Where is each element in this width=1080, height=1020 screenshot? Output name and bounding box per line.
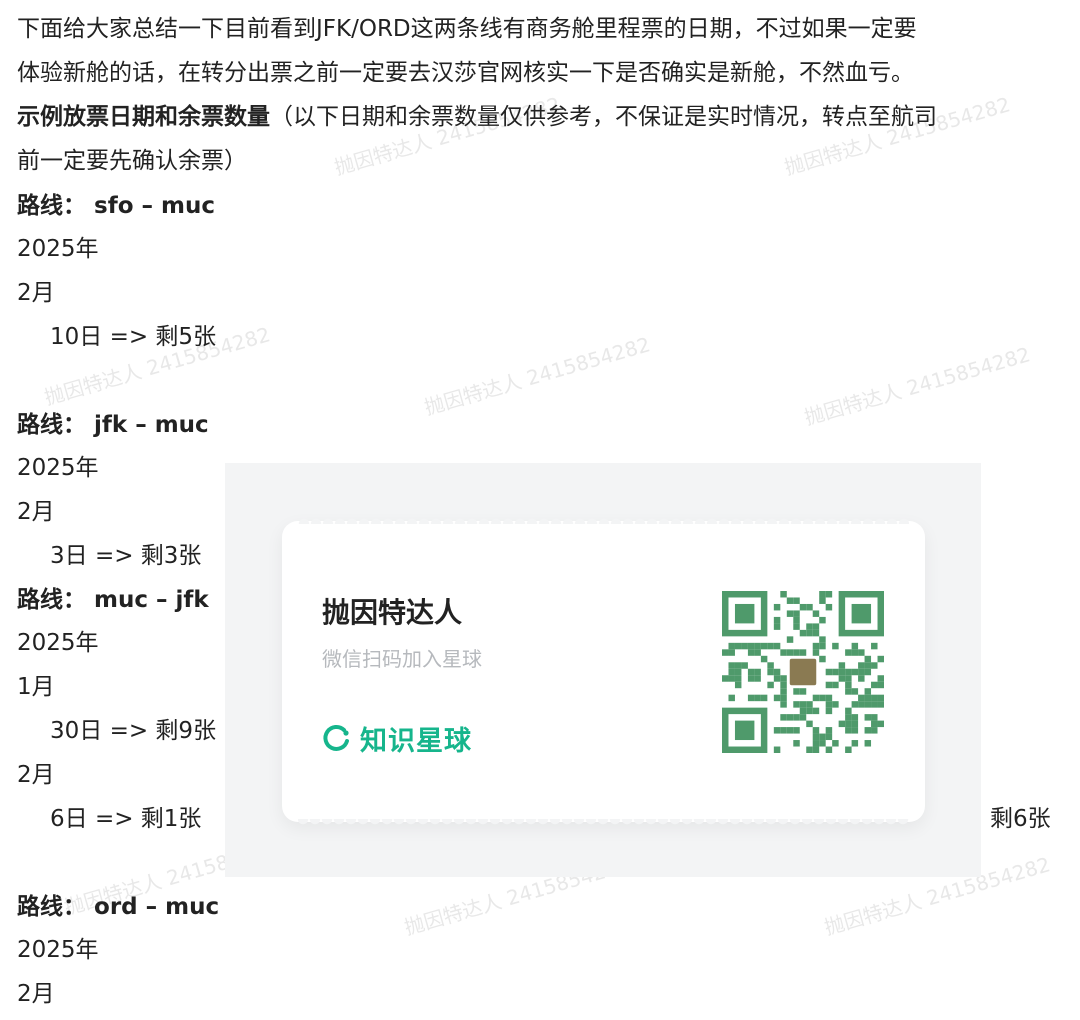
example-note: （以下日期和余票数量仅供参考，不保证是实时情况，转点至航司 (270, 104, 937, 130)
card-edge (298, 819, 909, 827)
example-heading: 示例放票日期和余票数量 (17, 104, 270, 130)
intro-line-1: 下面给大家总结一下目前看到JFK/ORD这两条线有商务舱里程票的日期，不过如果一… (17, 16, 917, 42)
route-heading-sfo-muc: 路线： sfo – muc (17, 191, 215, 221)
route-label: 路线： (17, 587, 86, 613)
month-label: 2月 (17, 280, 55, 306)
watermark: 抛因特达人 2415854282 (801, 342, 1033, 430)
month-label: 2月 (17, 981, 55, 1007)
year-label: 2025年 (17, 937, 99, 963)
brand-name: 知识星球 (360, 726, 472, 757)
availability-line: 30日 => 剩9张 (50, 718, 217, 744)
route-name: jfk – muc (94, 412, 209, 438)
route-name: sfo – muc (94, 193, 216, 219)
availability-line: 6日 => 剩1张 (50, 806, 202, 832)
route-name: muc – jfk (94, 587, 209, 613)
route-label: 路线： (17, 412, 86, 438)
card-edge (298, 516, 909, 524)
month-label: 1月 (17, 674, 55, 700)
availability-tail: 剩6张 (990, 806, 1051, 832)
promo-card[interactable]: 抛因特达人 微信扫码加入星球 知识星球 (282, 516, 925, 827)
watermark: 抛因特达人 2415854282 (421, 332, 653, 420)
month-label: 2月 (17, 499, 55, 525)
route-heading-jfk-muc: 路线： jfk – muc (17, 410, 209, 440)
planet-logo-icon (323, 724, 349, 751)
card-title: 抛因特达人 (322, 596, 463, 629)
year-label: 2025年 (17, 455, 99, 481)
route-name: ord – muc (94, 894, 220, 920)
availability-line: 10日 => 剩5张 (50, 324, 217, 350)
route-label: 路线： (17, 193, 86, 219)
year-label: 2025年 (17, 236, 99, 262)
example-note-line-2: 前一定要先确认余票） (17, 148, 247, 174)
brand-logo: 知识星球 (322, 719, 472, 758)
route-heading-ord-muc: 路线： ord – muc (17, 892, 219, 922)
route-label: 路线： (17, 894, 86, 920)
example-line-1: 示例放票日期和余票数量（以下日期和余票数量仅供参考，不保证是实时情况，转点至航司 (17, 102, 937, 132)
intro-line-2: 体验新舱的话，在转分出票之前一定要去汉莎官网核实一下是否确实是新舱，不然血亏。 (17, 60, 914, 86)
month-label: 2月 (17, 762, 55, 788)
card-subtitle: 微信扫码加入星球 (322, 647, 482, 671)
year-label: 2025年 (17, 630, 99, 656)
route-heading-muc-jfk: 路线： muc – jfk (17, 585, 209, 615)
availability-line: 3日 => 剩3张 (50, 543, 202, 569)
qr-code-icon[interactable] (722, 591, 884, 753)
